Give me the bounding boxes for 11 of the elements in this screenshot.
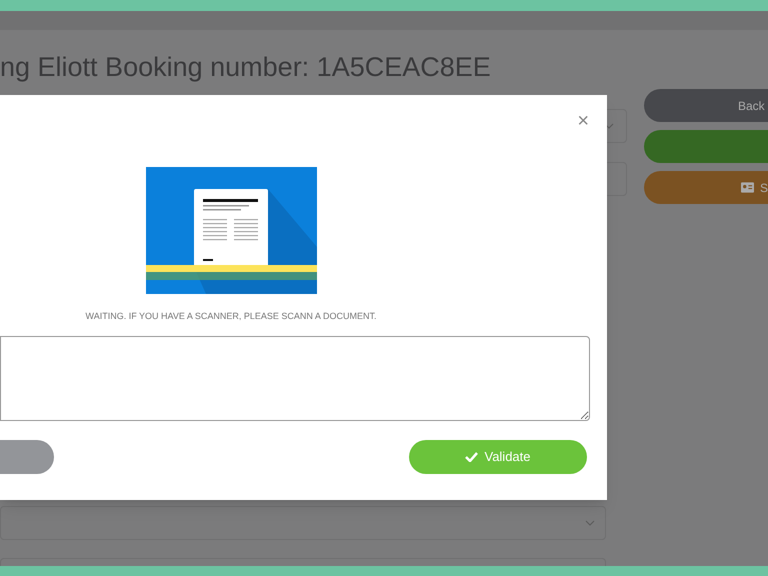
scan-button[interactable]: S bbox=[644, 171, 768, 204]
validate-button[interactable]: Validate bbox=[409, 440, 587, 474]
confirm-button[interactable] bbox=[644, 130, 768, 163]
page-title: ng Eliott Booking number: 1A5CEAC8EE bbox=[0, 51, 492, 84]
status-text: WAITING. IF YOU HAVE A SCANNER, PLEASE SCANN A DOCUMENT. bbox=[84, 310, 378, 323]
cancel-button[interactable] bbox=[0, 440, 54, 474]
close-button[interactable]: × bbox=[577, 111, 589, 131]
check-icon bbox=[465, 452, 478, 462]
text-area[interactable] bbox=[0, 336, 590, 421]
id-card-icon bbox=[741, 182, 754, 193]
back-button[interactable]: Back bbox=[644, 89, 768, 122]
